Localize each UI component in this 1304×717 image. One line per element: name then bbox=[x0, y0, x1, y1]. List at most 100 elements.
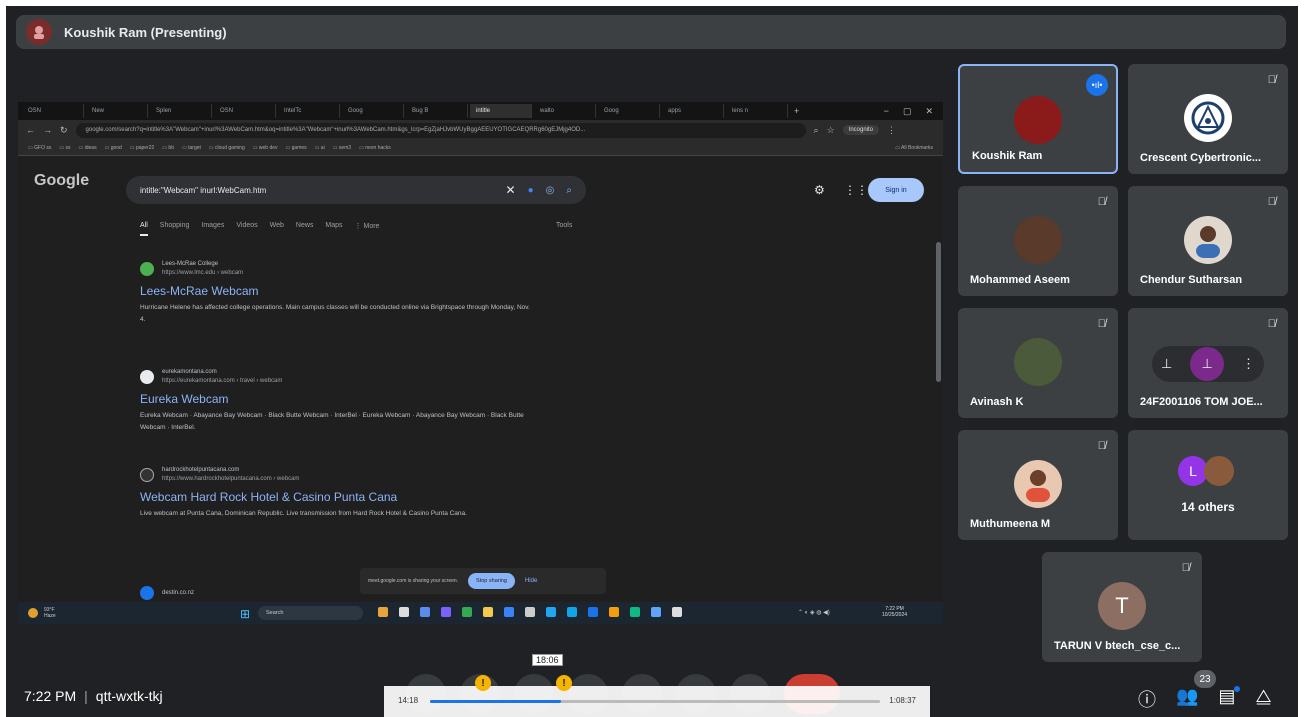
participant-tile[interactable]: 🎙̸ Chendur Sutharsan bbox=[1128, 186, 1288, 296]
incognito-badge: Incognito bbox=[842, 125, 880, 135]
mic-off-icon: 🎙̸ bbox=[1097, 318, 1106, 330]
timeline-marker-icon[interactable]: ! bbox=[556, 675, 572, 691]
others-avatar bbox=[1204, 456, 1234, 486]
maximize-icon: ▢ bbox=[902, 105, 912, 116]
participant-avatar bbox=[1014, 96, 1062, 144]
result-site: eurekamontana.com bbox=[162, 369, 217, 375]
result-title: Lees-McRae Webcam bbox=[140, 284, 259, 298]
search-result: eurekamontana.com https://eurekamontana.… bbox=[140, 368, 540, 434]
taskbar-app-icon bbox=[630, 607, 640, 617]
taskbar-date: 10/25/2024 bbox=[882, 612, 908, 618]
mic-icon: ● bbox=[527, 184, 534, 196]
presenter-avatar bbox=[26, 19, 52, 45]
windows-start-icon: ⊞ bbox=[240, 607, 251, 621]
result-site: destin.co.nz bbox=[162, 589, 195, 596]
mic-off-icon: 🎙̸ bbox=[1267, 74, 1276, 86]
gtab-videos: Videos bbox=[236, 222, 258, 229]
google-logo: Google bbox=[34, 172, 90, 189]
participant-name: Koushik Ram bbox=[972, 150, 1043, 162]
bookmark-11: sem3 bbox=[333, 145, 351, 151]
others-tile[interactable]: L 14 others bbox=[1128, 430, 1288, 540]
taskbar-app-icon bbox=[651, 607, 661, 617]
activities-icon[interactable]: ⧋ bbox=[1255, 686, 1271, 712]
taskbar-search: Search bbox=[258, 606, 363, 620]
google-search-box: intitle:"Webcam" inurl:WebCam.htm ✕ ● ◎ … bbox=[126, 176, 586, 204]
tab-3: OSN bbox=[214, 104, 276, 118]
result-title: Eureka Webcam bbox=[140, 392, 229, 406]
site-favicon-icon bbox=[140, 586, 154, 600]
tab-7: intitle bbox=[470, 104, 532, 118]
result-snippet: Hurricane Helene has affected college op… bbox=[140, 304, 530, 323]
participant-tile[interactable]: 🎙̸ Crescent Cybertronic... bbox=[1128, 64, 1288, 174]
bookmark-8: web dev bbox=[253, 145, 278, 151]
taskbar-app-icon bbox=[609, 607, 619, 617]
person-photo-icon bbox=[1026, 470, 1050, 502]
taskbar-app-icon bbox=[378, 607, 388, 617]
bookmark-12: neon hacks bbox=[359, 145, 391, 151]
bookmark-9: games bbox=[286, 145, 307, 151]
info-separator: | bbox=[84, 688, 88, 704]
taskbar-app-icon bbox=[399, 607, 409, 617]
chat-icon[interactable]: ▤ bbox=[1218, 686, 1235, 712]
participant-avatar bbox=[1184, 216, 1232, 264]
bookmark-4: paper22 bbox=[130, 145, 154, 151]
bookmark-0: GFO ss bbox=[28, 145, 51, 151]
more-options-icon[interactable]: ⋮ bbox=[1242, 356, 1255, 372]
participant-tile[interactable]: 🎙̸ Avinash K bbox=[958, 308, 1118, 418]
presenter-name: Koushik Ram (Presenting) bbox=[64, 24, 227, 40]
timeline-track[interactable] bbox=[430, 700, 880, 703]
result-site: Lees-McRae College bbox=[162, 261, 219, 267]
windows-taskbar: 93°F Haze ⊞ Search ⌃ ◐ ◈ ◍ ◀) 7:22 PM 10… bbox=[18, 602, 943, 624]
presenter-avatar-icon bbox=[34, 26, 44, 39]
browser-toolbar: ← → ↻ google.com/search?q=intitle%3A"Web… bbox=[18, 120, 943, 140]
participant-avatar bbox=[1014, 460, 1062, 508]
tile-hover-controls: ⊥ ⊥ ⋮ bbox=[1152, 346, 1264, 382]
people-icon[interactable]: 👥 bbox=[1176, 686, 1198, 712]
participant-tile[interactable]: •ıl• Koushik Ram bbox=[958, 64, 1118, 174]
participant-tile[interactable]: 🎙̸ Mohammed Aseem bbox=[958, 186, 1118, 296]
mic-off-icon: 🎙̸ bbox=[1181, 562, 1190, 574]
new-tab-icon: + bbox=[794, 106, 800, 116]
site-favicon-icon bbox=[140, 262, 154, 276]
video-timeline[interactable]: 14:18 1:08:37 bbox=[384, 686, 930, 717]
timeline-marker-icon[interactable]: ! bbox=[475, 675, 491, 691]
taskbar-clock: 7:22 PM 10/25/2024 bbox=[882, 606, 907, 618]
window-controls: − ▢ ✕ bbox=[884, 106, 943, 117]
tab-4: IntelTc bbox=[278, 104, 340, 118]
participant-tile[interactable]: 🎙̸ ⊥ ⊥ ⋮ 24F2001106 TOM JOE... bbox=[1128, 308, 1288, 418]
zoom-icon: ⌕ bbox=[813, 124, 819, 135]
tab-2: Splen bbox=[150, 104, 212, 118]
star-icon: ☆ bbox=[826, 124, 835, 135]
bookmark-6: target bbox=[182, 145, 201, 151]
system-tray-icons: ⌃ ◐ ◈ ◍ ◀) bbox=[798, 610, 830, 616]
presenter-bar: Koushik Ram (Presenting) bbox=[16, 15, 1286, 49]
participant-avatar bbox=[1184, 94, 1232, 142]
bookmark-5: bb bbox=[162, 145, 174, 151]
meeting-time: 7:22 PM bbox=[24, 688, 77, 704]
address-bar: google.com/search?q=intitle%3A"Webcam"+i… bbox=[75, 122, 806, 138]
taskbar-app-icon bbox=[483, 607, 493, 617]
google-results-page: Google intitle:"Webcam" inurl:WebCam.htm… bbox=[18, 156, 943, 602]
lens-icon: ◎ bbox=[545, 184, 555, 196]
mic-off-icon: 🎙̸ bbox=[1267, 196, 1276, 208]
meeting-details-icon[interactable]: ⓘ bbox=[1138, 686, 1156, 712]
timeline-hover-time: 18:06 bbox=[532, 654, 563, 666]
forward-icon: → bbox=[43, 125, 52, 135]
google-search-tabs: All Shopping Images Videos Web News Maps… bbox=[140, 222, 379, 236]
apps-grid-icon: ⋮⋮ bbox=[844, 183, 868, 197]
mic-off-icon: 🎙̸ bbox=[1097, 440, 1106, 452]
participant-avatar bbox=[1014, 338, 1062, 386]
pin-to-screen-button[interactable]: ⊥ bbox=[1190, 347, 1225, 381]
participant-name: Crescent Cybertronic... bbox=[1140, 152, 1262, 164]
participant-tile[interactable]: 🎙̸ Muthumeena M bbox=[958, 430, 1118, 540]
crescent-logo-icon bbox=[1191, 101, 1225, 135]
clear-icon: ✕ bbox=[505, 183, 516, 197]
page-scrollbar bbox=[936, 242, 941, 382]
pin-icon[interactable]: ⊥ bbox=[1161, 356, 1172, 372]
search-result: hardrockhotelpuntacana.com https://www.h… bbox=[140, 466, 540, 520]
gtab-tools: Tools bbox=[556, 222, 573, 229]
mic-off-icon: 🎙̸ bbox=[1097, 196, 1106, 208]
participant-tile[interactable]: T 🎙̸ TARUN V btech_cse_c... bbox=[1042, 552, 1202, 662]
taskbar-app-icon bbox=[588, 607, 598, 617]
gtab-maps: Maps bbox=[325, 222, 343, 229]
